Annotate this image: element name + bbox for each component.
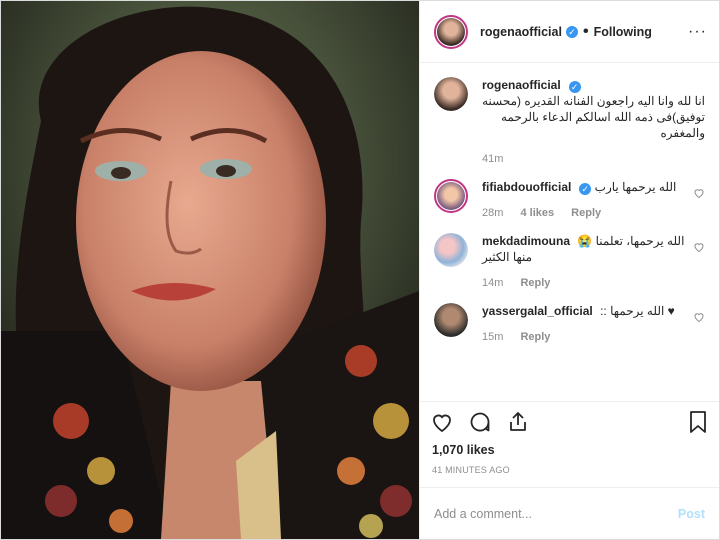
like-comment-heart-icon[interactable]: [693, 241, 705, 253]
reply-button[interactable]: Reply: [571, 207, 601, 219]
comment-username[interactable]: fifiabdouofficial: [482, 180, 571, 194]
verified-badge-icon: ✓: [565, 25, 578, 38]
caption-username[interactable]: rogenaofficial: [482, 78, 561, 92]
post-sidebar: rogenaofficial ✓ • Following ··· rogenao…: [419, 1, 719, 539]
comment-username[interactable]: yassergalal_official: [482, 304, 593, 318]
add-comment-bar: Add a comment... Post: [420, 487, 719, 539]
heart-icon[interactable]: [430, 410, 454, 434]
comment-username[interactable]: mekdadimouna: [482, 234, 570, 248]
share-icon[interactable]: [506, 410, 530, 434]
instagram-post: rogenaofficial ✓ • Following ··· rogenao…: [0, 0, 720, 540]
comment-time: 28m: [482, 207, 504, 219]
caption: rogenaofficial ✓ انا لله وانا اليه راجعون…: [420, 77, 719, 167]
comment-text: الله يرحمها يارب: [594, 180, 677, 194]
verified-badge-icon: ✓: [568, 81, 581, 93]
post-photo[interactable]: [1, 1, 419, 539]
comment-icon[interactable]: [468, 410, 492, 434]
author-avatar[interactable]: [434, 14, 468, 49]
reply-button[interactable]: Reply: [520, 331, 550, 343]
comment-text: ♥ الله يرحمها ::: [600, 304, 675, 318]
post-comment-button[interactable]: Post: [678, 507, 705, 521]
comment-avatar[interactable]: [434, 303, 468, 337]
like-count[interactable]: 1,070 likes: [420, 441, 719, 457]
caption-avatar[interactable]: [434, 77, 468, 111]
comment-avatar[interactable]: [434, 179, 468, 213]
caption-text: انا لله وانا اليه راجعون الفنانه القديره…: [482, 94, 705, 140]
action-bar: [420, 401, 719, 441]
author-username[interactable]: rogenaofficial: [480, 25, 562, 39]
comment-item: mekdadimouna الله يرحمها، تعلمنا 😭 منها …: [420, 233, 719, 291]
comment-item: yassergalal_official ♥ الله يرحمها :: 15…: [420, 303, 719, 345]
comment-avatar[interactable]: [434, 233, 468, 267]
like-comment-heart-icon[interactable]: [693, 311, 705, 323]
separator-dot: •: [582, 22, 589, 40]
verified-badge-icon: ✓: [579, 183, 592, 195]
reply-button[interactable]: Reply: [520, 277, 550, 289]
like-comment-heart-icon[interactable]: [693, 187, 705, 199]
comment-item: fifiabdouofficial ✓ الله يرحمها يارب 28m …: [420, 179, 719, 221]
comment-time: 14m: [482, 277, 504, 289]
comments-list[interactable]: rogenaofficial ✓ انا لله وانا اليه راجعون…: [420, 63, 719, 401]
post-header: rogenaofficial ✓ • Following ···: [420, 1, 719, 63]
comment-time: 15m: [482, 331, 504, 343]
bookmark-icon[interactable]: [687, 410, 709, 434]
more-options-icon[interactable]: ···: [688, 23, 707, 41]
following-button[interactable]: Following: [594, 25, 652, 39]
post-timestamp: 41 MINUTES AGO: [432, 465, 510, 475]
add-comment-input[interactable]: Add a comment...: [434, 507, 532, 521]
comment-likes[interactable]: 4 likes: [520, 207, 554, 219]
caption-time: 41m: [482, 153, 504, 165]
